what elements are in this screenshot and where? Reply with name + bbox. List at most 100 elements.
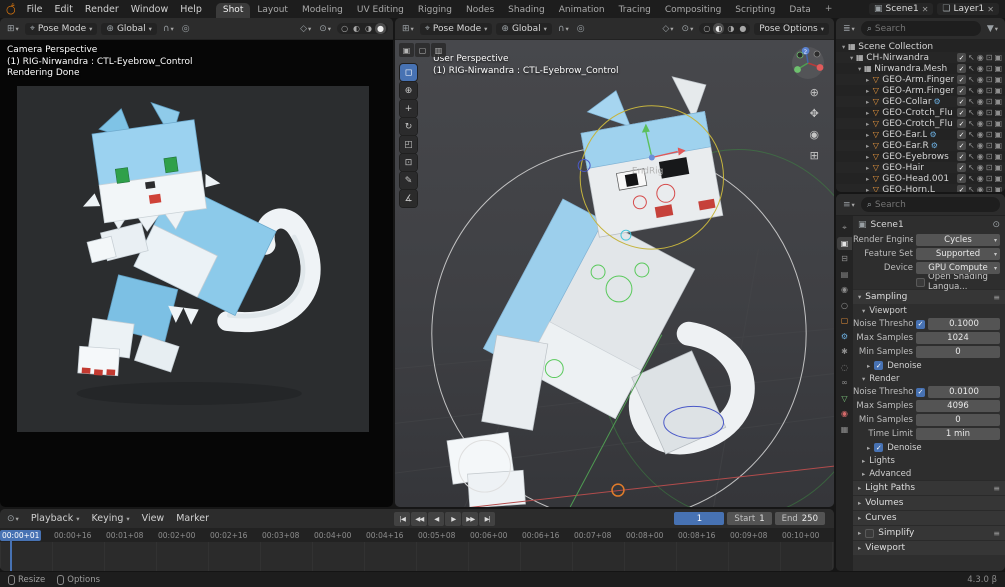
selectable-toggle-icon[interactable]: ↖ bbox=[968, 108, 975, 117]
outliner-search[interactable]: ⌕ bbox=[861, 21, 981, 36]
scene-selector[interactable]: ▣ Scene1 ✕ bbox=[869, 3, 933, 15]
selectable-toggle-icon[interactable]: ↖ bbox=[968, 185, 975, 192]
play-button[interactable]: ▶ bbox=[445, 512, 461, 526]
select-box-tool[interactable]: ◻ bbox=[400, 64, 417, 81]
osl-checkbox[interactable] bbox=[916, 278, 925, 287]
outliner-row[interactable]: ▸ GEO-Arm.Finger ✓ ↖ ◉ ⊡ ▣ bbox=[836, 74, 1005, 85]
outliner-row[interactable]: ▸ GEO-Collar ⚙ ✓ ↖ ◉ ⊡ ▣ bbox=[836, 96, 1005, 107]
workspace-tab[interactable]: Compositing bbox=[658, 3, 728, 18]
timeline-body[interactable]: 00:00+01 00:00+16 00:01+08 00:02+00 00:0… bbox=[0, 529, 834, 571]
min-samples-value[interactable]: 0 bbox=[916, 414, 1000, 426]
outliner-row[interactable]: ▾ Nirwandra.Mesh ✓ ↖ ◉ ⊡ ▣ bbox=[836, 63, 1005, 74]
tab-modifiers[interactable]: ⚙ bbox=[837, 330, 852, 343]
exclude-checkbox[interactable]: ✓ bbox=[957, 141, 966, 150]
shading-material-button[interactable]: ◑ bbox=[363, 23, 374, 34]
subsection-lights[interactable]: ▸ Lights bbox=[853, 454, 1005, 467]
selectable-toggle-icon[interactable]: ↖ bbox=[968, 53, 975, 62]
editor-type-button[interactable]: ⊞▾ bbox=[5, 23, 21, 35]
expand-icon[interactable]: ▸ bbox=[866, 186, 869, 193]
options-icon[interactable]: ▥ bbox=[431, 43, 446, 57]
selectable-toggle-icon[interactable]: ↖ bbox=[968, 152, 975, 161]
expand-icon[interactable]: ▸ bbox=[866, 76, 869, 84]
properties-search[interactable]: ⌕ bbox=[861, 197, 1000, 212]
expand-icon[interactable]: ▸ bbox=[866, 131, 869, 139]
max-samples-value[interactable]: 1024 bbox=[916, 332, 1000, 344]
outliner-row[interactable]: ▸ GEO-Crotch_Flu ✓ ↖ ◉ ⊡ ▣ bbox=[836, 107, 1005, 118]
exclude-checkbox[interactable]: ✓ bbox=[957, 53, 966, 62]
selectable-toggle-icon[interactable]: ↖ bbox=[968, 97, 975, 106]
timeline-menu-item[interactable]: Marker bbox=[170, 512, 215, 525]
show-gizmo-toggle[interactable]: ◇▾ bbox=[298, 23, 313, 35]
render-engine-dropdown[interactable]: Cycles bbox=[916, 234, 1000, 246]
tab-scene[interactable]: ◉ bbox=[837, 283, 852, 296]
viewport-disable-icon[interactable]: ⊡ bbox=[986, 75, 993, 84]
selectable-toggle-icon[interactable]: ↖ bbox=[968, 86, 975, 95]
zoom-icon[interactable]: ⊕ bbox=[809, 86, 819, 99]
exclude-checkbox[interactable]: ✓ bbox=[957, 185, 966, 192]
expand-icon[interactable]: ▾ bbox=[858, 65, 861, 73]
camera-view-icon[interactable]: ◉ bbox=[809, 128, 819, 141]
hide-eye-icon[interactable]: ◉ bbox=[977, 53, 984, 62]
device-dropdown[interactable]: GPU Compute bbox=[916, 262, 1000, 274]
properties-section[interactable]: ▸ Curves bbox=[853, 510, 1005, 525]
workspace-tab[interactable]: Data bbox=[782, 3, 818, 18]
shading-solid-button[interactable]: ◐ bbox=[713, 23, 724, 34]
mode-selector[interactable]: ⌖Pose Mode▾ bbox=[25, 23, 98, 35]
viewport-disable-icon[interactable]: ⊡ bbox=[986, 64, 993, 73]
scale-tool[interactable]: ◰ bbox=[400, 136, 417, 153]
viewport-disable-icon[interactable]: ⊡ bbox=[986, 108, 993, 117]
timeline-tracks[interactable] bbox=[0, 542, 834, 571]
show-gizmo-toggle[interactable]: ◇▾ bbox=[660, 23, 675, 35]
pose-options-dropdown[interactable]: Pose Options▾ bbox=[754, 23, 829, 35]
hide-eye-icon[interactable]: ◉ bbox=[977, 130, 984, 139]
exclude-checkbox[interactable]: ✓ bbox=[957, 152, 966, 161]
expand-icon[interactable]: ▸ bbox=[866, 120, 869, 128]
rig-root-label[interactable]: EndRig bbox=[632, 166, 663, 176]
render-disable-icon[interactable]: ▣ bbox=[994, 141, 1002, 150]
tab-texture[interactable]: ▦ bbox=[837, 423, 852, 436]
section-menu-icon[interactable]: ≡ bbox=[993, 529, 1000, 538]
min-samples-value[interactable]: 0 bbox=[916, 346, 1000, 358]
render-disable-icon[interactable]: ▣ bbox=[994, 163, 1002, 172]
workspace-tab[interactable]: Tracing bbox=[612, 3, 658, 18]
render-disable-icon[interactable]: ▣ bbox=[994, 97, 1002, 106]
mode-selector[interactable]: ⌖Pose Mode▾ bbox=[420, 23, 493, 35]
exclude-checkbox[interactable]: ✓ bbox=[957, 64, 966, 73]
selectable-toggle-icon[interactable]: ↖ bbox=[968, 163, 975, 172]
shading-rendered-button[interactable]: ● bbox=[375, 23, 386, 34]
previous-keyframe-button[interactable]: ◀◀ bbox=[411, 512, 427, 526]
shading-wireframe-button[interactable]: ○ bbox=[339, 23, 350, 34]
properties-section[interactable]: ▸ Simplify ≡ bbox=[853, 525, 1005, 540]
render-disable-icon[interactable]: ▣ bbox=[994, 174, 1002, 183]
outliner-row[interactable]: ▸ GEO-Head.001 ✓ ↖ ◉ ⊡ ▣ bbox=[836, 173, 1005, 184]
hide-eye-icon[interactable]: ◉ bbox=[977, 141, 984, 150]
shading-wireframe-button[interactable]: ○ bbox=[701, 23, 712, 34]
rotate-tool[interactable]: ↻ bbox=[400, 118, 417, 135]
noise-threshold-value[interactable]: 0.0100 bbox=[928, 386, 1000, 398]
exclude-checkbox[interactable]: ✓ bbox=[957, 174, 966, 183]
workspace-tab[interactable]: Rigging bbox=[411, 3, 459, 18]
timeline-menu-item[interactable]: Playback▾ bbox=[25, 512, 86, 525]
viewport-disable-icon[interactable]: ⊡ bbox=[986, 53, 993, 62]
cursor-tool[interactable]: ⊕ bbox=[400, 82, 417, 99]
expand-icon[interactable]: ▸ bbox=[866, 175, 869, 183]
expand-icon[interactable]: ▸ bbox=[866, 164, 869, 172]
camera-viewport-canvas[interactable]: Camera Perspective (1) RIG-Nirwandra : C… bbox=[0, 40, 393, 507]
expand-icon[interactable]: ▸ bbox=[866, 142, 869, 150]
viewport-disable-icon[interactable]: ⊡ bbox=[986, 141, 993, 150]
render-disable-icon[interactable]: ▣ bbox=[994, 53, 1002, 62]
move-tool[interactable]: + bbox=[400, 100, 417, 117]
section-checkbox[interactable] bbox=[865, 529, 874, 538]
outliner-row[interactable]: ▸ GEO-Crotch_Flu ✓ ↖ ◉ ⊡ ▣ bbox=[836, 118, 1005, 129]
unlink-scene-icon[interactable]: ✕ bbox=[922, 5, 929, 14]
editor-type-button[interactable]: ≡▾ bbox=[841, 199, 857, 211]
shading-solid-button[interactable]: ◐ bbox=[351, 23, 362, 34]
tab-object[interactable]: ▢ bbox=[837, 314, 852, 327]
tab-view-layer[interactable]: ▤ bbox=[837, 268, 852, 281]
selectable-toggle-icon[interactable]: ↖ bbox=[968, 119, 975, 128]
hide-eye-icon[interactable]: ◉ bbox=[977, 163, 984, 172]
search-input[interactable] bbox=[875, 200, 994, 210]
max-samples-value[interactable]: 4096 bbox=[916, 400, 1000, 412]
selectable-toggle-icon[interactable]: ↖ bbox=[968, 141, 975, 150]
measure-tool[interactable]: ∡ bbox=[400, 190, 417, 207]
